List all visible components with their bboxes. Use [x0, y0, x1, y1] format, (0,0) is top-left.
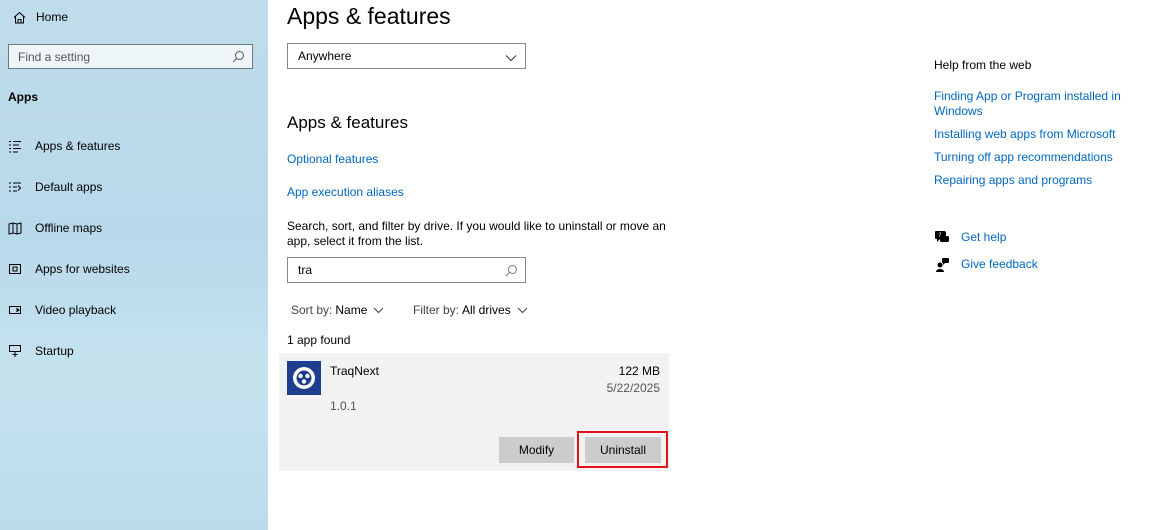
svg-text:?: ? [938, 232, 941, 239]
app-size: 122 MB [618, 364, 660, 378]
section-title: Apps & features [287, 113, 408, 132]
app-name: TraqNext [330, 364, 379, 378]
get-help-link[interactable]: ? Get help [934, 229, 1006, 245]
search-icon [232, 50, 245, 63]
app-list-item[interactable]: TraqNext 1.0.1 122 MB 5/22/2025 Modify U… [279, 353, 669, 471]
get-help-label: Get help [961, 230, 1007, 244]
app-install-date: 5/22/2025 [606, 381, 660, 395]
search-description: Search, sort, and filter by drive. If yo… [287, 219, 666, 248]
app-search-input[interactable]: tra [287, 257, 526, 283]
sidebar-item-apps-for-websites[interactable]: Apps for websites [8, 261, 130, 277]
list-icon [8, 139, 22, 153]
sidebar-home-label: Home [36, 10, 69, 24]
search-icon [505, 264, 518, 280]
sidebar-item-startup[interactable]: Startup [8, 343, 74, 359]
sort-label: Sort by: [291, 303, 333, 317]
traqnext-app-icon [287, 361, 321, 395]
default-apps-icon [8, 180, 22, 194]
sort-dropdown[interactable]: Sort by: Name [291, 303, 384, 317]
chevron-down-icon [517, 307, 528, 313]
settings-search-placeholder: Find a setting [18, 49, 91, 64]
install-source-dropdown[interactable]: Anywhere [287, 43, 526, 69]
startup-icon [8, 344, 22, 358]
help-link-installing-web-apps[interactable]: Installing web apps from Microsoft [934, 127, 1134, 142]
filter-label: Filter by: [413, 303, 460, 317]
modify-button[interactable]: Modify [499, 437, 574, 463]
video-icon [8, 303, 22, 317]
help-link-repairing-apps[interactable]: Repairing apps and programs [934, 173, 1134, 188]
page-title: Apps & features [287, 3, 451, 29]
sidebar-item-video-playback[interactable]: Video playback [8, 302, 116, 318]
sidebar-item-label: Apps for websites [35, 262, 130, 276]
give-feedback-label: Give feedback [961, 257, 1038, 271]
filter-value: All drives [462, 303, 511, 317]
uninstall-button[interactable]: Uninstall [585, 437, 661, 463]
uninstall-highlight-box: Uninstall [577, 431, 668, 468]
sidebar-item-label: Offline maps [35, 221, 103, 235]
app-version: 1.0.1 [330, 399, 357, 413]
sidebar-item-label: Video playback [35, 303, 117, 317]
web-apps-icon [8, 262, 22, 276]
help-link-turning-off-recommendations[interactable]: Turning off app recommendations [934, 150, 1134, 165]
home-icon [12, 10, 26, 24]
feedback-icon [934, 256, 950, 272]
give-feedback-link[interactable]: Give feedback [934, 256, 1038, 272]
install-source-value: Anywhere [298, 49, 352, 63]
help-title: Help from the web [934, 58, 1032, 72]
app-search-value: tra [298, 263, 313, 277]
sidebar-home[interactable]: Home [12, 9, 68, 25]
sidebar-section-title: Apps [8, 90, 38, 104]
chevron-down-icon [505, 51, 517, 65]
chevron-down-icon [374, 307, 384, 313]
sidebar-item-offline-maps[interactable]: Offline maps [8, 220, 102, 236]
sidebar: Home Find a setting Apps Apps & features… [0, 0, 268, 530]
sidebar-item-label: Apps & features [35, 139, 121, 153]
sidebar-item-default-apps[interactable]: Default apps [8, 179, 102, 195]
get-help-icon: ? [934, 229, 950, 245]
settings-search-input[interactable]: Find a setting [8, 44, 253, 69]
app-execution-aliases-link[interactable]: App execution aliases [287, 185, 404, 199]
sidebar-item-label: Startup [35, 344, 74, 358]
sort-value: Name [335, 303, 368, 317]
result-count: 1 app found [287, 333, 351, 347]
filter-dropdown[interactable]: Filter by: All drives [413, 303, 528, 317]
map-icon [8, 221, 22, 235]
optional-features-link[interactable]: Optional features [287, 152, 378, 166]
sidebar-item-apps-features[interactable]: Apps & features [8, 138, 120, 154]
help-link-finding-app[interactable]: Finding App or Program installed in Wind… [934, 89, 1134, 119]
sidebar-item-label: Default apps [35, 180, 103, 194]
